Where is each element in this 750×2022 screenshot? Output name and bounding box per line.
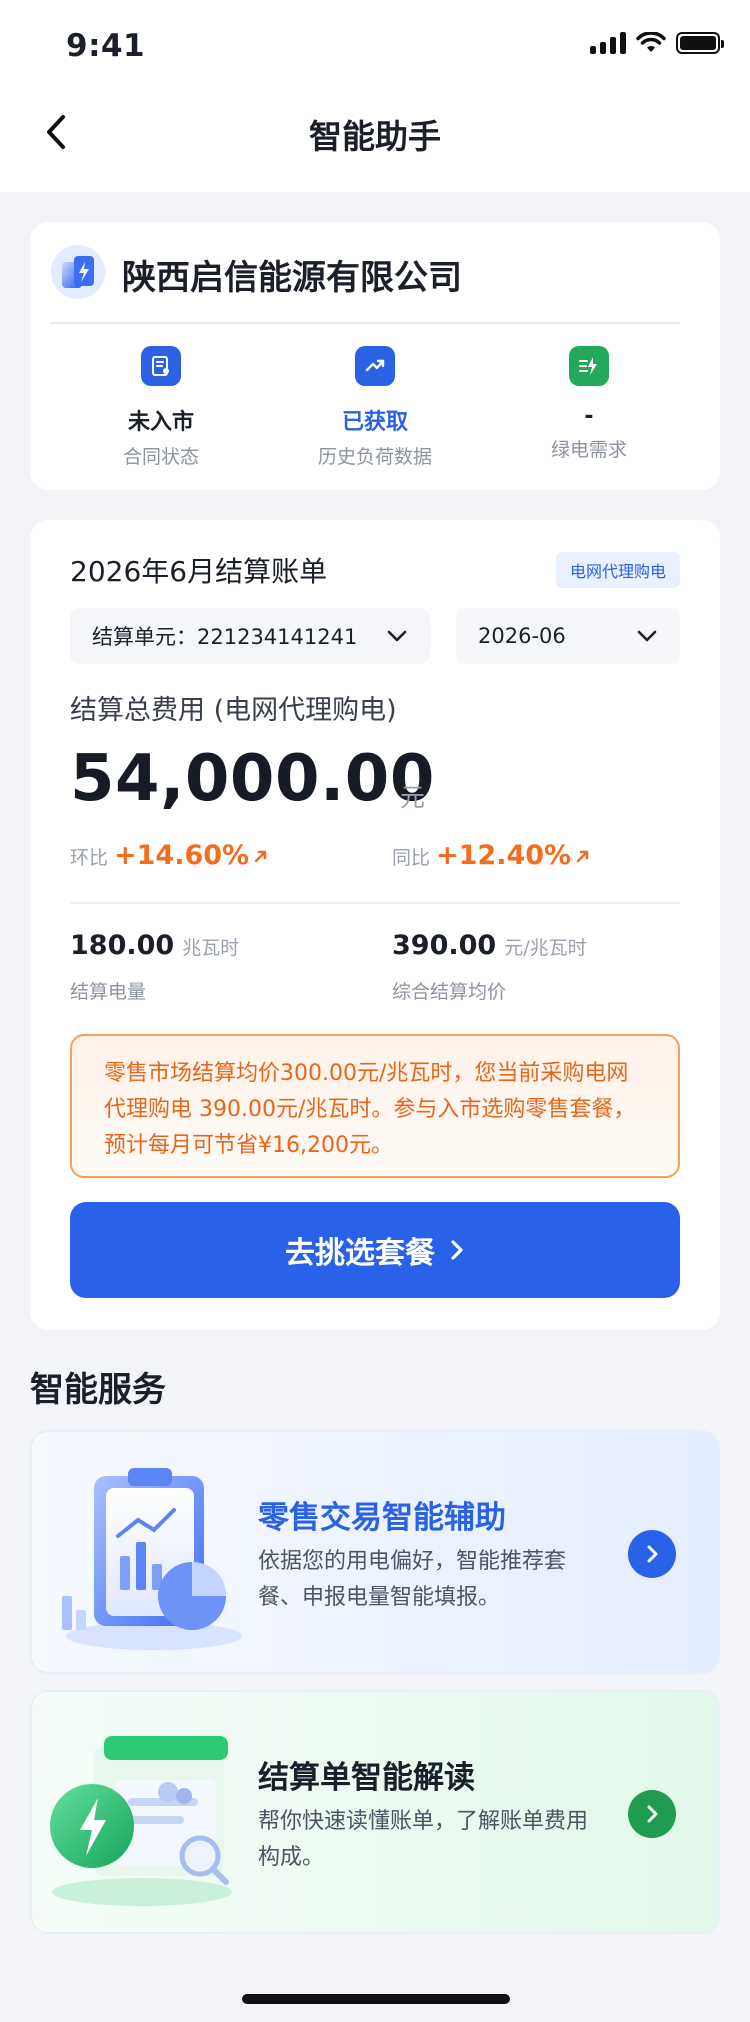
section-title: 智能服务 [30, 1370, 166, 1410]
bill-card: 2026年6月结算账单 电网代理购电 结算单元：221234141241 202… [30, 520, 720, 1330]
green-power-icon [569, 346, 609, 386]
stat-contract-status: 未入市 合同状态 [46, 346, 276, 469]
service-card-retail-assist[interactable]: 零售交易智能辅助 依据您的用电偏好，智能推荐套餐、申报电量智能填报。 [30, 1430, 720, 1674]
service-go-button[interactable] [628, 1530, 676, 1578]
mom-value: +14.60% [114, 840, 250, 871]
month-value: 2026-06 [478, 624, 566, 648]
signal-icon [590, 32, 626, 54]
clipboard-chart-illustration-icon [62, 1468, 242, 1650]
metric-average-price: 390.00 元/兆瓦时 综合结算均价 [392, 930, 587, 1004]
month-select[interactable]: 2026-06 [456, 608, 680, 664]
yoy-change: 同比 +12.40% [392, 840, 591, 871]
total-fee-unit: 元 [400, 783, 426, 812]
savings-notice: 零售市场结算均价300.00元/兆瓦时，您当前采购电网代理购电 390.00元/… [70, 1034, 680, 1178]
trend-up-icon [355, 346, 395, 386]
metric-settled-energy: 180.00 兆瓦时 结算电量 [70, 930, 239, 1004]
bill-title: 2026年6月结算账单 [70, 555, 328, 588]
button-label: 去挑选套餐 [285, 1236, 435, 1271]
arrow-up-right-icon [254, 850, 267, 863]
wifi-icon [636, 32, 666, 52]
top-bar: 9:41 智能助手 [0, 0, 750, 192]
total-fee-label: 结算总费用 (电网代理购电) [70, 695, 397, 726]
bill-type-badge: 电网代理购电 [555, 552, 680, 588]
stat-label: 历史负荷数据 [317, 446, 432, 468]
energy-value: 180.00 [70, 930, 175, 961]
total-fee-amount: 54,000.00 [70, 742, 435, 816]
chevron-right-icon [647, 1805, 658, 1823]
status-time: 9:41 [66, 28, 146, 64]
price-label: 综合结算均价 [392, 981, 507, 1003]
chevron-down-icon [387, 630, 407, 642]
stat-label: 合同状态 [122, 446, 199, 468]
settlement-unit-value: 结算单元：221234141241 [92, 625, 358, 649]
contract-doc-icon [141, 346, 181, 386]
yoy-value: +12.40% [436, 840, 572, 871]
mom-change: 环比 +14.60% [70, 840, 269, 871]
stat-label: 绿电需求 [550, 439, 627, 461]
settlement-unit-select[interactable]: 结算单元：221234141241 [70, 608, 430, 664]
stat-value: 未入市 [127, 410, 194, 435]
mom-label: 环比 [70, 847, 109, 869]
divider [50, 322, 680, 324]
company-logo-icon [51, 245, 105, 299]
stat-load-data[interactable]: 已获取 历史负荷数据 [260, 346, 490, 469]
service-card-bill-interpretation[interactable]: 结算单智能解读 帮你快速读懂账单，了解账单费用构成。 [30, 1690, 720, 1934]
price-value: 390.00 [392, 930, 497, 961]
stat-value: 已获取 [341, 410, 408, 435]
chevron-right-icon [451, 1240, 463, 1260]
status-icons [590, 32, 724, 54]
lightning-document-illustration-icon [50, 1736, 232, 1906]
home-indicator [242, 1994, 510, 2004]
service-title: 结算单智能解读 [258, 1760, 475, 1796]
arrow-up-right-icon [576, 850, 589, 863]
yoy-label: 同比 [392, 847, 431, 869]
company-card: 陕西启信能源有限公司 未入市 合同状态 已获取 历史负荷数据 - 绿电需求 [30, 222, 720, 490]
page-title: 智能助手 [309, 117, 441, 156]
energy-label: 结算电量 [70, 981, 147, 1003]
service-description: 依据您的用电偏好，智能推荐套餐、申报电量智能填报。 [258, 1549, 567, 1610]
stat-value: - [584, 404, 594, 429]
energy-unit: 兆瓦时 [182, 937, 240, 959]
chevron-down-icon [637, 630, 657, 642]
choose-package-button[interactable]: 去挑选套餐 [70, 1202, 680, 1298]
price-unit: 元/兆瓦时 [504, 937, 587, 959]
chevron-right-icon [647, 1545, 658, 1563]
service-go-button[interactable] [628, 1790, 676, 1838]
service-title: 零售交易智能辅助 [258, 1500, 506, 1536]
divider [70, 902, 680, 904]
company-name: 陕西启信能源有限公司 [122, 258, 462, 298]
battery-icon [676, 32, 724, 54]
stat-green-power: - 绿电需求 [474, 346, 704, 462]
service-description: 帮你快速读懂账单，了解账单费用构成。 [258, 1809, 589, 1870]
